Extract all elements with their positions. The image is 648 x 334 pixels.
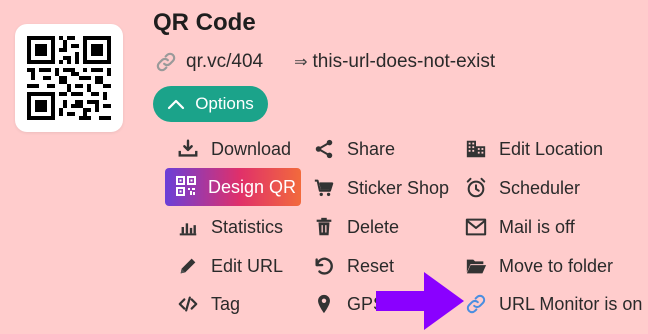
mail-button[interactable]: Mail is off — [464, 208, 575, 246]
annotation-arrow-icon — [376, 272, 464, 330]
edit-url-button[interactable]: Edit URL — [176, 247, 283, 285]
alarm-clock-icon — [464, 176, 488, 200]
cart-icon — [312, 176, 336, 200]
statistics-button[interactable]: Statistics — [176, 208, 283, 246]
delete-label: Delete — [347, 216, 400, 237]
options-button[interactable]: Options — [153, 86, 268, 122]
download-icon — [176, 137, 200, 161]
scheduler-label: Scheduler — [499, 177, 581, 198]
target-url[interactable]: this-url-does-not-exist — [313, 51, 496, 73]
share-button[interactable]: Share — [312, 130, 395, 168]
download-label: Download — [211, 138, 292, 159]
sticker-shop-label: Sticker Shop — [347, 177, 450, 198]
url-row: qr.vc/404 ⇒ this-url-does-not-exist — [155, 49, 495, 75]
qr-code-thumbnail[interactable] — [15, 24, 123, 132]
envelope-icon — [464, 215, 488, 239]
design-qr-label: Design QR — [208, 176, 297, 197]
tag-label: Tag — [211, 293, 241, 314]
redirect-arrow: ⇒ — [294, 54, 308, 71]
chevron-up-icon — [168, 99, 185, 110]
edit-url-label: Edit URL — [211, 255, 284, 276]
link-icon — [464, 292, 488, 316]
short-url-link[interactable]: qr.vc/404 — [186, 51, 263, 73]
qr-icon — [176, 176, 198, 198]
tag-button[interactable]: Tag — [176, 285, 240, 323]
move-to-folder-button[interactable]: Move to folder — [464, 247, 613, 285]
scheduler-button[interactable]: Scheduler — [464, 169, 580, 207]
bar-chart-icon — [176, 215, 200, 239]
sticker-shop-button[interactable]: Sticker Shop — [312, 169, 449, 207]
download-button[interactable]: Download — [176, 130, 291, 168]
design-qr-button[interactable]: Design QR — [165, 168, 301, 206]
pencil-icon — [176, 254, 200, 278]
move-to-folder-label: Move to folder — [499, 255, 614, 276]
share-icon — [312, 137, 336, 161]
page-title: QR Code — [153, 9, 256, 36]
gps-button[interactable]: GPS — [312, 285, 385, 323]
options-label: Options — [195, 94, 254, 113]
mail-label: Mail is off — [499, 216, 575, 237]
folder-open-icon — [464, 254, 488, 278]
url-monitor-button[interactable]: URL Monitor is on — [464, 285, 642, 323]
undo-icon — [312, 254, 336, 278]
code-icon — [176, 292, 200, 316]
share-label: Share — [347, 138, 396, 159]
edit-location-button[interactable]: Edit Location — [464, 130, 603, 168]
building-icon — [464, 137, 488, 161]
statistics-label: Statistics — [211, 216, 284, 237]
url-monitor-label: URL Monitor is on — [499, 293, 643, 314]
edit-location-label: Edit Location — [499, 138, 604, 159]
delete-button[interactable]: Delete — [312, 208, 399, 246]
map-pin-icon — [312, 292, 336, 316]
link-icon — [155, 51, 177, 73]
trash-icon — [312, 215, 336, 239]
qr-code-image — [27, 36, 111, 120]
